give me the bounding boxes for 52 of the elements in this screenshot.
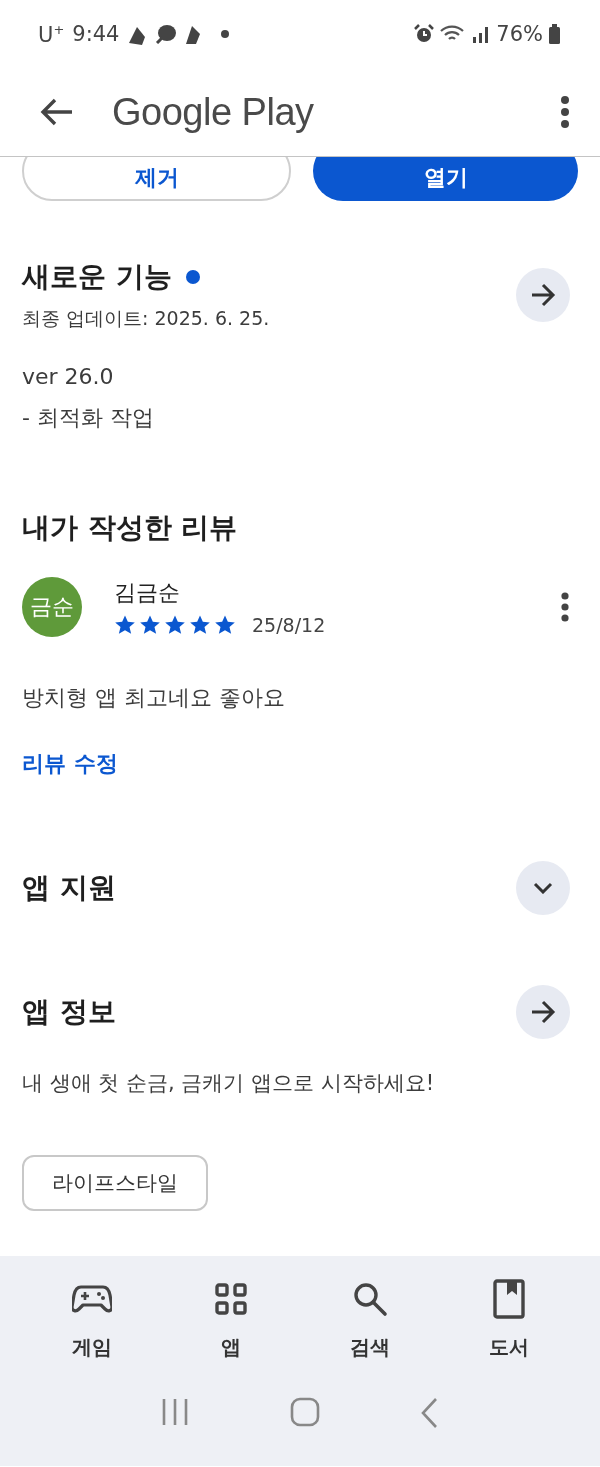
nav-tab[interactable]: 앱 <box>175 1278 286 1361</box>
uninstall-button[interactable]: 제거 <box>22 157 291 201</box>
app-info-arrow-button[interactable] <box>516 985 570 1039</box>
user-avatar: 금순 <box>22 577 82 637</box>
edit-review-link[interactable]: 리뷰 수정 <box>22 749 118 779</box>
store-title: Google Play <box>112 90 314 134</box>
update-date: 최종 업데이트: 2025. 6. 25. <box>22 306 270 331</box>
back-nav-button[interactable] <box>420 1397 440 1429</box>
section-title: 앱 지원 <box>22 870 116 906</box>
gamepad-icon <box>71 1284 112 1314</box>
section-title: 내가 작성한 리뷰 <box>22 510 239 546</box>
star-icon <box>164 614 186 636</box>
chevron-down-icon <box>532 882 554 894</box>
signal-icon <box>472 25 491 43</box>
more-vert-icon <box>560 95 570 129</box>
review-menu-button[interactable] <box>560 591 570 623</box>
carrier-label: U$^{+}$ <box>38 21 65 47</box>
star-icon <box>214 614 236 636</box>
nav-tab[interactable]: 도서 <box>453 1278 564 1361</box>
nav-tab[interactable]: 검색 <box>314 1278 425 1361</box>
clock-time: 9:44 <box>72 22 120 46</box>
more-vert-icon <box>560 591 570 623</box>
home-button[interactable] <box>290 1397 320 1427</box>
whats-new-arrow-button[interactable] <box>516 268 570 322</box>
star-icon <box>114 614 136 636</box>
expand-button[interactable] <box>516 861 570 915</box>
recent-apps-button[interactable] <box>160 1397 190 1427</box>
notification-icon <box>185 23 202 45</box>
category-chip[interactable]: 라이프스타일 <box>22 1155 208 1211</box>
review-text: 방치형 앱 최고네요 좋아요 <box>22 684 286 712</box>
open-button[interactable]: 열기 <box>313 157 578 201</box>
arrow-right-icon <box>530 1000 556 1024</box>
apps-grid-icon <box>214 1283 247 1315</box>
star-icon <box>189 614 211 636</box>
section-title: 새로운 기능 <box>22 259 172 295</box>
battery-icon <box>549 24 560 44</box>
nav-tab[interactable]: 게임 <box>36 1278 147 1361</box>
reviewer-name: 김금순 <box>114 579 181 607</box>
battery-percent: 76% <box>496 22 543 46</box>
back-arrow-icon <box>40 98 74 126</box>
search-icon <box>351 1281 388 1317</box>
bookmark-book-icon <box>492 1279 525 1319</box>
review-date: 25/8/12 <box>252 614 326 636</box>
release-note: ver 26.0 <box>22 364 115 389</box>
alarm-icon <box>414 24 435 44</box>
chat-bubble-icon <box>155 24 178 44</box>
dot-icon <box>221 30 230 38</box>
arrow-right-icon <box>530 283 556 307</box>
section-title: 앱 정보 <box>22 994 116 1030</box>
app-description: 내 생애 첫 순금, 금캐기 앱으로 시작하세요! <box>22 1070 436 1097</box>
star-icon <box>139 614 161 636</box>
release-note: - 최적화 작업 <box>22 404 155 432</box>
